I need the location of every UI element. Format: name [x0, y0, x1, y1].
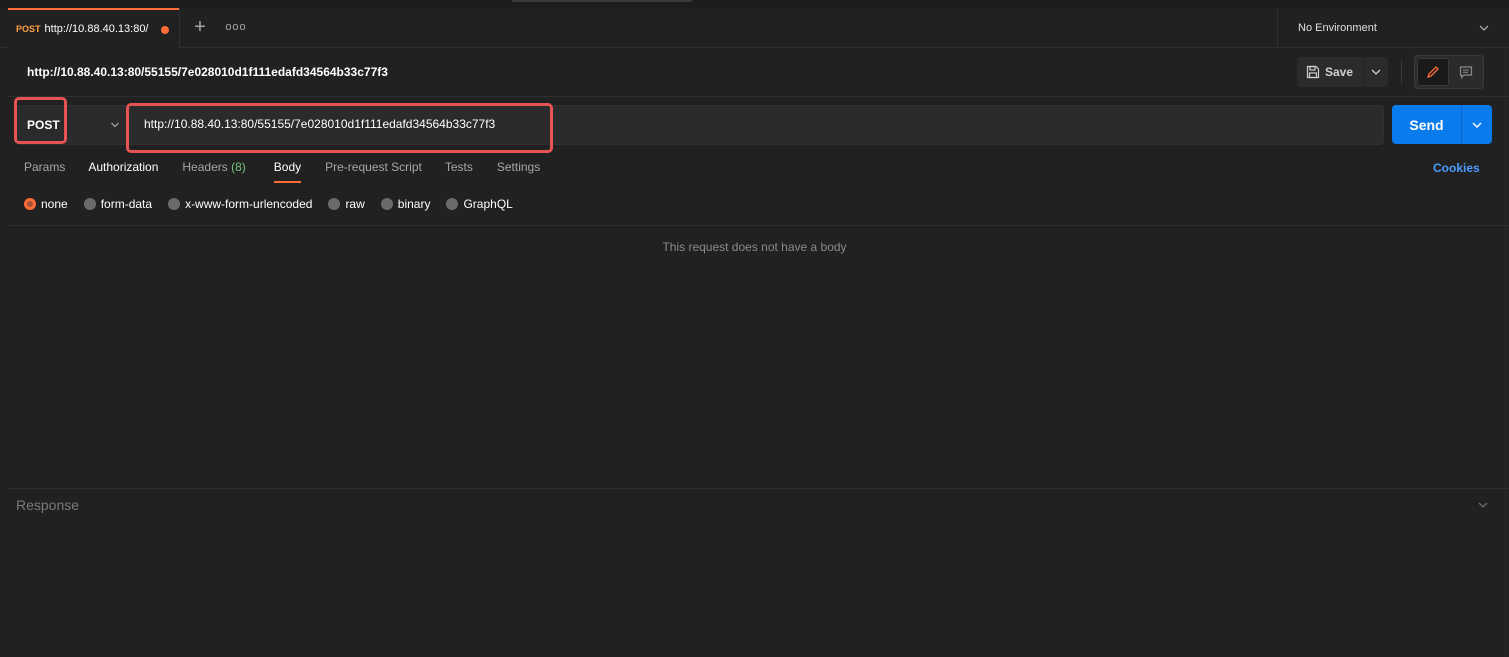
url-highlight-box: [126, 103, 553, 153]
radio-icon: [328, 198, 341, 210]
body-option-graphql[interactable]: GraphQL: [446, 197, 513, 211]
comments-button[interactable]: [1450, 58, 1482, 86]
body-option-urlencoded-label: x-www-form-urlencoded: [185, 197, 313, 211]
response-divider[interactable]: [8, 488, 1509, 489]
tab-tests[interactable]: Tests: [445, 160, 473, 186]
edit-mode-button[interactable]: [1417, 58, 1449, 86]
body-divider: [8, 225, 1509, 226]
body-option-raw[interactable]: raw: [328, 197, 365, 211]
body-option-none[interactable]: none: [24, 197, 68, 211]
view-mode-toggle: [1414, 55, 1484, 89]
new-tab-button[interactable]: +: [188, 16, 212, 40]
right-edge-border: [1505, 48, 1506, 657]
tab-bar: POST http://10.88.40.13:80/ + ooo No Env…: [0, 8, 1509, 48]
pencil-icon: [1426, 66, 1439, 79]
tab-method-label: POST: [16, 24, 41, 34]
send-options-button[interactable]: [1462, 105, 1492, 144]
chevron-down-icon: [111, 122, 119, 128]
environment-label: No Environment: [1298, 22, 1377, 34]
chevron-down-icon: [1479, 25, 1489, 31]
chevron-down-icon[interactable]: [1477, 499, 1489, 511]
send-button[interactable]: Send: [1392, 105, 1461, 144]
tab-headers[interactable]: Headers (8): [182, 160, 245, 186]
window-notch: [512, 0, 692, 2]
send-button-group: Send: [1392, 105, 1492, 144]
cookies-link[interactable]: Cookies: [1433, 161, 1480, 175]
request-name[interactable]: http://10.88.40.13:80/55155/7e028010d1f1…: [27, 65, 388, 79]
tab-pre-request-script[interactable]: Pre-request Script: [325, 160, 422, 186]
body-option-binary-label: binary: [397, 197, 431, 211]
header-divider: [8, 96, 1509, 97]
tab-authorization[interactable]: Authorization: [88, 160, 158, 186]
environment-selector[interactable]: No Environment: [1277, 8, 1509, 48]
comment-icon: [1459, 66, 1473, 79]
headers-count-badge: (8): [231, 160, 246, 174]
body-option-none-label: none: [41, 197, 68, 211]
save-button-group: Save: [1297, 57, 1388, 87]
save-options-button[interactable]: [1364, 57, 1388, 87]
radio-icon: [168, 198, 181, 210]
tab-title: http://10.88.40.13:80/: [44, 23, 149, 35]
body-option-graphql-label: GraphQL: [463, 197, 513, 211]
response-label: Response: [16, 497, 80, 513]
tab-body[interactable]: Body: [273, 160, 302, 186]
tab-divider: [179, 8, 180, 48]
body-option-form-data[interactable]: form-data: [83, 197, 153, 211]
request-tabs: Params Authorization Headers (8) Body Pr…: [24, 160, 564, 186]
unsaved-dot-icon: [161, 26, 169, 34]
window-top-strip: [0, 0, 1509, 8]
radio-selected-icon: [24, 198, 36, 210]
save-button[interactable]: Save: [1297, 57, 1363, 87]
body-option-binary[interactable]: binary: [380, 197, 431, 211]
radio-icon: [446, 198, 459, 210]
tab-settings[interactable]: Settings: [497, 160, 540, 186]
chevron-down-icon: [1371, 69, 1381, 75]
save-label: Save: [1325, 65, 1354, 79]
toolbar-divider: [1401, 60, 1402, 84]
chevron-down-icon: [1472, 122, 1482, 128]
empty-body-message: This request does not have a body: [662, 240, 847, 254]
method-highlight-box: [14, 97, 67, 144]
save-icon: [1306, 65, 1320, 79]
body-option-form-data-label: form-data: [100, 197, 153, 211]
radio-icon: [380, 198, 393, 210]
more-tabs-button[interactable]: ooo: [222, 16, 250, 40]
tab-params[interactable]: Params: [24, 160, 65, 186]
request-tab[interactable]: POST http://10.88.40.13:80/: [8, 8, 179, 48]
tab-headers-label: Headers: [182, 160, 228, 174]
body-option-urlencoded[interactable]: x-www-form-urlencoded: [168, 197, 312, 211]
body-option-raw-label: raw: [345, 197, 365, 211]
radio-icon: [83, 198, 96, 210]
body-type-options: none form-data x-www-form-urlencoded raw…: [24, 197, 529, 211]
